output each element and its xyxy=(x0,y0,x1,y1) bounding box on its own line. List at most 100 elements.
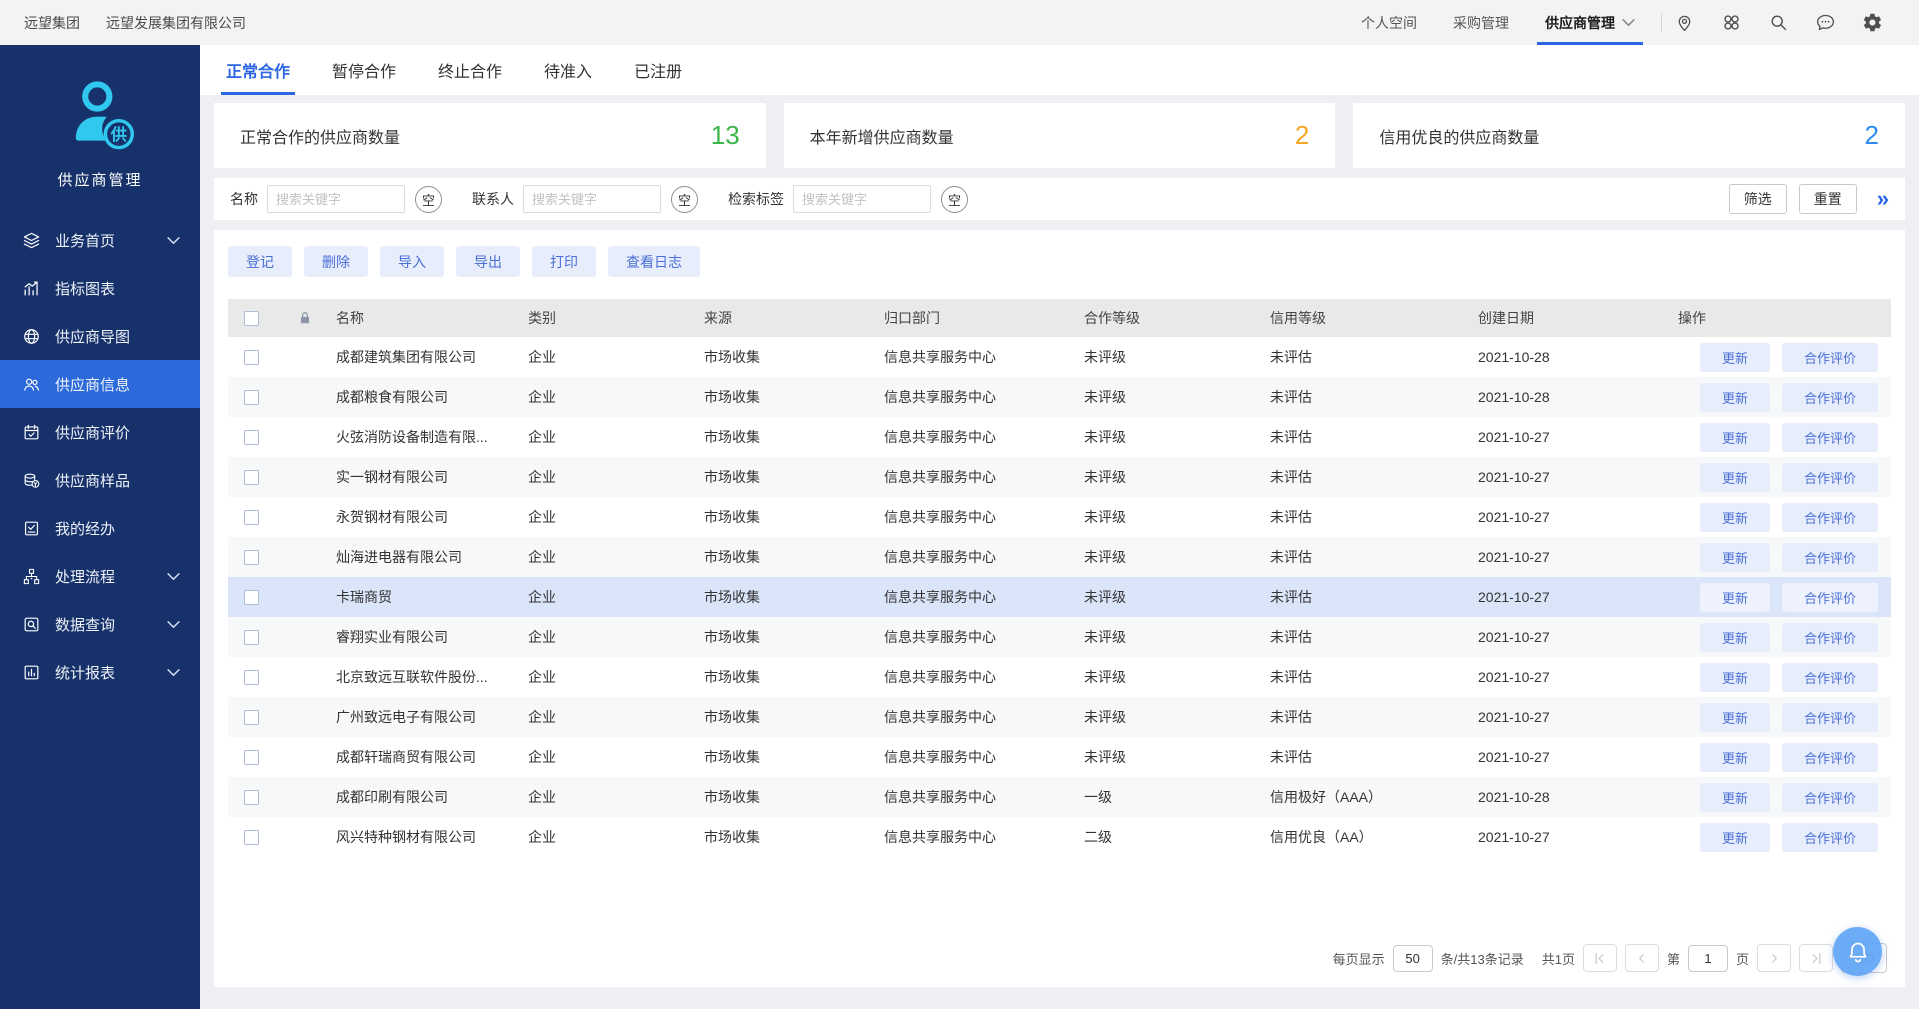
coop-eval-button[interactable]: 合作评价 xyxy=(1782,503,1878,532)
row-checkbox[interactable] xyxy=(244,590,259,605)
last-page-button[interactable] xyxy=(1799,944,1833,972)
toolbar-button-0[interactable]: 登记 xyxy=(228,246,292,277)
toolbar-button-1[interactable]: 删除 xyxy=(304,246,368,277)
toolbar-button-2[interactable]: 导入 xyxy=(380,246,444,277)
row-checkbox[interactable] xyxy=(244,710,259,725)
tab-4[interactable]: 已注册 xyxy=(634,45,682,95)
select-all-checkbox[interactable] xyxy=(244,311,259,326)
sidebar-item-chart[interactable]: 指标图表 xyxy=(0,264,200,312)
topnav-item-1[interactable]: 采购管理 xyxy=(1453,0,1509,45)
update-button[interactable]: 更新 xyxy=(1700,343,1770,372)
table-row[interactable]: 卡瑞商贸企业市场收集信息共享服务中心未评级未评估2021-10-27更新合作评价 xyxy=(228,577,1891,617)
filter-button[interactable]: 筛选 xyxy=(1729,184,1787,214)
coop-eval-button[interactable]: 合作评价 xyxy=(1782,383,1878,412)
row-checkbox[interactable] xyxy=(244,390,259,405)
brand-company-link[interactable]: 远望发展集团有限公司 xyxy=(106,13,246,33)
tab-0[interactable]: 正常合作 xyxy=(226,45,290,95)
update-button[interactable]: 更新 xyxy=(1700,583,1770,612)
coop-eval-button[interactable]: 合作评价 xyxy=(1782,743,1878,772)
update-button[interactable]: 更新 xyxy=(1700,663,1770,692)
row-checkbox[interactable] xyxy=(244,790,259,805)
search-icon[interactable] xyxy=(1768,12,1789,33)
location-icon[interactable] xyxy=(1674,12,1695,33)
coop-eval-button[interactable]: 合作评价 xyxy=(1782,463,1878,492)
row-checkbox[interactable] xyxy=(244,670,259,685)
empty-tag-button[interactable]: 空 xyxy=(415,186,442,213)
tab-1[interactable]: 暂停合作 xyxy=(332,45,396,95)
empty-tag-button[interactable]: 空 xyxy=(671,186,698,213)
sidebar-item-samples[interactable]: 供应商样品 xyxy=(0,456,200,504)
next-page-button[interactable] xyxy=(1757,944,1791,972)
update-button[interactable]: 更新 xyxy=(1700,423,1770,452)
tab-2[interactable]: 终止合作 xyxy=(438,45,502,95)
sidebar-item-data-search[interactable]: 数据查询 xyxy=(0,600,200,648)
update-button[interactable]: 更新 xyxy=(1700,823,1770,852)
sidebar-item-report[interactable]: 统计报表 xyxy=(0,648,200,696)
table-row[interactable]: 成都印刷有限公司企业市场收集信息共享服务中心一级信用极好（AAA）2021-10… xyxy=(228,777,1891,817)
sidebar-item-doc-check[interactable]: 我的经办 xyxy=(0,504,200,552)
update-button[interactable]: 更新 xyxy=(1700,463,1770,492)
table-row[interactable]: 北京致远互联软件股份...企业市场收集信息共享服务中心未评级未评估2021-10… xyxy=(228,657,1891,697)
coop-eval-button[interactable]: 合作评价 xyxy=(1782,343,1878,372)
row-checkbox[interactable] xyxy=(244,630,259,645)
update-button[interactable]: 更新 xyxy=(1700,383,1770,412)
coop-eval-button[interactable]: 合作评价 xyxy=(1782,663,1878,692)
topnav-item-2[interactable]: 供应商管理 xyxy=(1545,0,1635,45)
sidebar-item-users[interactable]: 供应商信息 xyxy=(0,360,200,408)
coop-eval-button[interactable]: 合作评价 xyxy=(1782,583,1878,612)
coop-eval-button[interactable]: 合作评价 xyxy=(1782,423,1878,452)
update-button[interactable]: 更新 xyxy=(1700,783,1770,812)
coop-eval-button[interactable]: 合作评价 xyxy=(1782,543,1878,572)
tab-3[interactable]: 待准入 xyxy=(544,45,592,95)
topnav-item-0[interactable]: 个人空间 xyxy=(1361,0,1417,45)
row-checkbox[interactable] xyxy=(244,350,259,365)
message-icon[interactable] xyxy=(1815,12,1836,33)
row-checkbox[interactable] xyxy=(244,550,259,565)
table-row[interactable]: 实一钢材有限公司企业市场收集信息共享服务中心未评级未评估2021-10-27更新… xyxy=(228,457,1891,497)
update-button[interactable]: 更新 xyxy=(1700,503,1770,532)
sidebar-item-calendar-check[interactable]: 供应商评价 xyxy=(0,408,200,456)
coop-eval-button[interactable]: 合作评价 xyxy=(1782,703,1878,732)
table-row[interactable]: 风兴特种钢材有限公司企业市场收集信息共享服务中心二级信用优良（AA）2021-1… xyxy=(228,817,1891,857)
settings-icon[interactable] xyxy=(1862,12,1883,33)
row-checkbox[interactable] xyxy=(244,750,259,765)
sidebar-item-globe[interactable]: 供应商导图 xyxy=(0,312,200,360)
filter-input-2[interactable] xyxy=(793,185,931,213)
table-row[interactable]: 成都粮食有限公司企业市场收集信息共享服务中心未评级未评估2021-10-28更新… xyxy=(228,377,1891,417)
table-row[interactable]: 灿海进电器有限公司企业市场收集信息共享服务中心未评级未评估2021-10-27更… xyxy=(228,537,1891,577)
filter-input-1[interactable] xyxy=(523,185,661,213)
update-button[interactable]: 更新 xyxy=(1700,703,1770,732)
table-row[interactable]: 睿翔实业有限公司企业市场收集信息共享服务中心未评级未评估2021-10-27更新… xyxy=(228,617,1891,657)
table-row[interactable]: 成都建筑集团有限公司企业市场收集信息共享服务中心未评级未评估2021-10-28… xyxy=(228,337,1891,377)
row-checkbox[interactable] xyxy=(244,430,259,445)
sidebar-item-flow[interactable]: 处理流程 xyxy=(0,552,200,600)
row-checkbox[interactable] xyxy=(244,510,259,525)
brand-group-link[interactable]: 远望集团 xyxy=(24,13,80,33)
table-row[interactable]: 永贺钢材有限公司企业市场收集信息共享服务中心未评级未评估2021-10-27更新… xyxy=(228,497,1891,537)
sidebar-item-layers[interactable]: 业务首页 xyxy=(0,216,200,264)
first-page-button[interactable] xyxy=(1583,944,1617,972)
prev-page-button[interactable] xyxy=(1625,944,1659,972)
page-size-input[interactable] xyxy=(1393,945,1433,972)
notification-bell-fab[interactable] xyxy=(1833,927,1882,976)
coop-eval-button[interactable]: 合作评价 xyxy=(1782,623,1878,652)
filter-input-0[interactable] xyxy=(267,185,405,213)
coop-eval-button[interactable]: 合作评价 xyxy=(1782,823,1878,852)
empty-tag-button[interactable]: 空 xyxy=(941,186,968,213)
row-checkbox[interactable] xyxy=(244,470,259,485)
table-row[interactable]: 火弦消防设备制造有限...企业市场收集信息共享服务中心未评级未评估2021-10… xyxy=(228,417,1891,457)
toolbar-button-5[interactable]: 查看日志 xyxy=(608,246,700,277)
toolbar-button-3[interactable]: 导出 xyxy=(456,246,520,277)
update-button[interactable]: 更新 xyxy=(1700,543,1770,572)
coop-eval-button[interactable]: 合作评价 xyxy=(1782,783,1878,812)
apps-grid-icon[interactable] xyxy=(1721,12,1742,33)
table-row[interactable]: 广州致远电子有限公司企业市场收集信息共享服务中心未评级未评估2021-10-27… xyxy=(228,697,1891,737)
update-button[interactable]: 更新 xyxy=(1700,743,1770,772)
expand-filters-icon[interactable]: » xyxy=(1877,188,1889,210)
row-checkbox[interactable] xyxy=(244,830,259,845)
reset-button[interactable]: 重置 xyxy=(1799,184,1857,214)
page-number-input[interactable] xyxy=(1688,945,1728,972)
toolbar-button-4[interactable]: 打印 xyxy=(532,246,596,277)
table-row[interactable]: 成都轩瑞商贸有限公司企业市场收集信息共享服务中心未评级未评估2021-10-27… xyxy=(228,737,1891,777)
update-button[interactable]: 更新 xyxy=(1700,623,1770,652)
